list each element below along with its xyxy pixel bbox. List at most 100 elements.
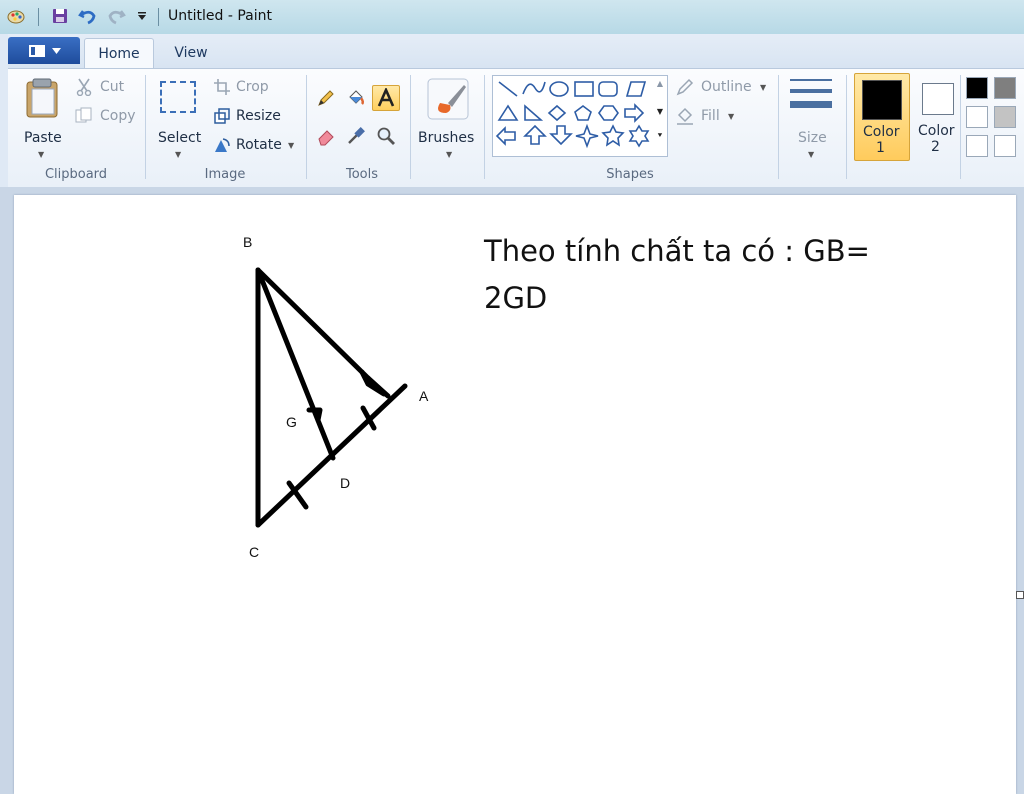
color1-label: Color [863, 124, 900, 140]
rotate-label: Rotate [236, 137, 282, 153]
copy-label: Copy [100, 108, 136, 124]
shapes-gallery[interactable] [492, 75, 668, 157]
chevron-down-icon [51, 47, 61, 54]
chevron-down-icon: ▼ [760, 83, 767, 92]
chevron-down-icon: ▼ [38, 150, 45, 159]
save-icon[interactable] [50, 6, 70, 26]
palette-custom-2[interactable] [994, 135, 1016, 157]
rotate-button[interactable]: Rotate ▼ [212, 135, 302, 157]
color1-swatch [862, 80, 902, 120]
tools-group-label: Tools [345, 167, 379, 182]
clipboard-group-label: Clipboard [44, 167, 108, 182]
cut-button[interactable]: Cut [74, 77, 140, 99]
chevron-down-icon: ▼ [175, 150, 182, 159]
vertex-label-b: B [243, 234, 253, 250]
tab-view[interactable]: View [160, 38, 222, 68]
resize-icon [214, 108, 230, 124]
crop-button[interactable]: Crop [212, 77, 282, 99]
customize-quick-access-icon[interactable] [132, 6, 152, 26]
paste-label: Paste [24, 130, 62, 146]
tab-home[interactable]: Home [84, 38, 154, 69]
select-button[interactable]: Select ▼ [154, 75, 204, 159]
brushes-label: Brushes [418, 130, 475, 146]
paint-app-icon[interactable] [6, 6, 26, 26]
copy-button[interactable]: Copy [74, 106, 140, 128]
magnifier-tool[interactable] [372, 123, 400, 149]
shapes-scroll-down[interactable]: ▼ [654, 107, 666, 127]
redo-icon[interactable] [106, 6, 126, 26]
clipboard-icon [26, 78, 58, 118]
eraser-icon [318, 130, 334, 146]
color1-number: 1 [876, 140, 885, 156]
image-group-label: Image [204, 167, 246, 182]
text-a-icon [377, 88, 395, 107]
outline-label: Outline [701, 79, 752, 95]
shapes-scroll-up[interactable]: ▲ [654, 79, 666, 99]
canvas-text-line-1: Theo tính chất ta có : GB= [484, 234, 870, 268]
canvas-text-line-2: 2GD [484, 281, 548, 315]
line-thick-icon [790, 101, 832, 108]
paint-bucket-icon [349, 90, 365, 105]
magnifier-icon [377, 127, 395, 145]
chevron-down-icon: ▼ [808, 150, 815, 159]
palette-gray[interactable] [994, 77, 1016, 99]
brushes-button[interactable]: Brushes ▼ [418, 75, 480, 159]
pencil-icon [318, 90, 334, 106]
shapes-group-label: Shapes [606, 167, 654, 182]
color-picker-tool[interactable] [342, 123, 370, 149]
fill-label: Fill [701, 108, 720, 124]
chevron-down-icon: ▼ [728, 112, 735, 121]
palette-light-gray[interactable] [994, 106, 1016, 128]
crop-label: Crop [236, 79, 269, 95]
fill-button[interactable]: Fill ▼ [676, 106, 746, 128]
eraser-tool[interactable] [312, 123, 340, 149]
shapes-gallery-icons [495, 81, 650, 149]
undo-icon[interactable] [78, 6, 98, 26]
pencil-tool[interactable] [312, 85, 340, 111]
eyedropper-icon [348, 127, 365, 144]
resize-label: Resize [236, 108, 281, 124]
brush-icon [427, 78, 469, 120]
line-thin-icon [790, 79, 832, 81]
canvas-text-block: Theo tính chất ta có : GB= 2GD [484, 228, 904, 322]
size-label: Size [798, 130, 827, 146]
fill-bucket-icon [677, 107, 693, 125]
resize-button[interactable]: Resize [212, 106, 292, 128]
cut-label: Cut [100, 79, 125, 95]
scissors-icon [76, 78, 92, 96]
window-title: Untitled - Paint [168, 8, 272, 24]
outline-button[interactable]: Outline ▼ [676, 77, 772, 99]
copy-icon [75, 107, 92, 123]
canvas-resize-handle[interactable] [1016, 591, 1024, 599]
palette-custom-1[interactable] [966, 135, 988, 157]
color2-button[interactable]: Color 2 [912, 73, 964, 159]
vertex-label-g: G [286, 414, 297, 430]
selection-icon [160, 81, 196, 113]
chevron-down-icon: ▼ [288, 141, 295, 150]
title-bar: Untitled - Paint [0, 0, 1024, 34]
outline-pen-icon [676, 78, 694, 96]
crop-icon [214, 79, 230, 95]
palette-white[interactable] [966, 106, 988, 128]
line-medium-icon [790, 89, 832, 93]
rotate-icon [215, 138, 230, 152]
select-label: Select [158, 130, 202, 146]
vertex-label-a: A [419, 388, 429, 404]
vertex-label-d: D [340, 475, 351, 491]
color2-swatch [922, 83, 954, 115]
file-menu-button[interactable] [8, 37, 80, 64]
text-tool[interactable] [372, 85, 400, 111]
shapes-expand[interactable]: ⯆ [654, 131, 666, 151]
color2-number: 2 [931, 139, 940, 155]
fill-tool[interactable] [342, 85, 370, 111]
chevron-down-icon: ▼ [446, 150, 453, 159]
palette-black[interactable] [966, 77, 988, 99]
paste-button[interactable]: Paste ▼ [20, 75, 64, 159]
color2-label: Color [918, 123, 955, 139]
ribbon: Paste ▼ Cut Copy Clipboard Select ▼ Crop… [8, 68, 1024, 188]
ribbon-tab-bar: Home View [8, 34, 1024, 69]
color1-button[interactable]: Color 1 [854, 73, 910, 161]
vertex-label-c: C [249, 544, 260, 560]
size-button[interactable]: Size ▼ [788, 75, 838, 159]
file-menu-icon [28, 44, 45, 57]
